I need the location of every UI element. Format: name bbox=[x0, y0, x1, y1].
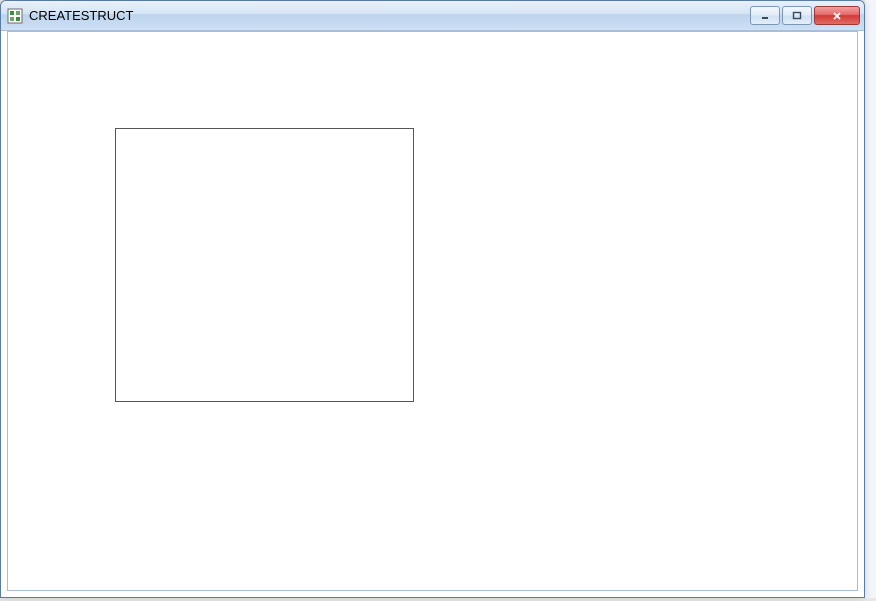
client-area bbox=[7, 31, 858, 591]
application-window: CREATESTRUCT bbox=[0, 0, 865, 598]
window-title: CREATESTRUCT bbox=[29, 8, 750, 23]
app-icon bbox=[7, 8, 23, 24]
close-button[interactable] bbox=[814, 6, 860, 25]
background-edge bbox=[865, 0, 876, 598]
window-controls bbox=[750, 6, 860, 25]
drawn-rectangle bbox=[115, 128, 414, 402]
minimize-button[interactable] bbox=[750, 6, 780, 25]
maximize-button[interactable] bbox=[782, 6, 812, 25]
titlebar[interactable]: CREATESTRUCT bbox=[1, 1, 864, 31]
